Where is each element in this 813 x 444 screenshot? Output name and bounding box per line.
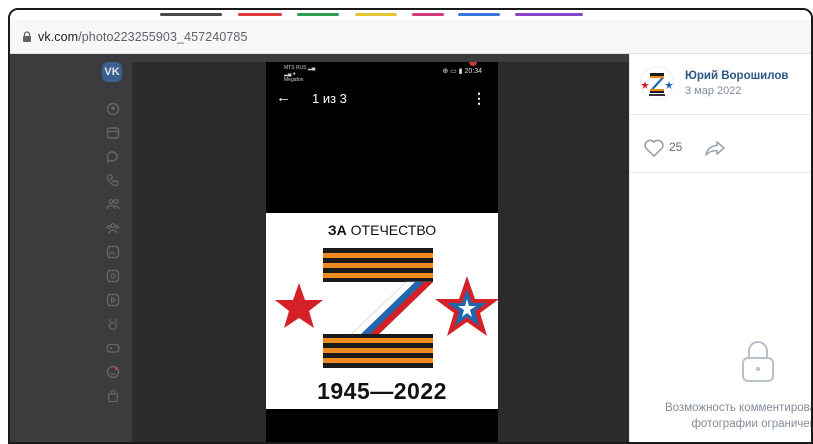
photo-info-panel: Юрий Ворошилов 3 мар 2022 25 Возможность…: [629, 54, 811, 442]
poster-image: ЗА ОТЕЧЕСТВО 1945—2022: [266, 213, 498, 409]
like-count[interactable]: 25: [669, 140, 682, 154]
photo-counter: 1 из 3: [312, 91, 347, 106]
browser-window: vk.com/photo223255903_457240785 VK MTS R…: [8, 8, 813, 444]
ribbon-bottom: [323, 334, 433, 368]
stickers-icon[interactable]: [106, 365, 120, 379]
vk-logo[interactable]: VK: [102, 62, 122, 82]
divider: [630, 114, 811, 115]
author-avatar[interactable]: [640, 66, 674, 100]
notification-dot: [469, 62, 477, 66]
url-text[interactable]: vk.com/photo223255903_457240785: [38, 30, 248, 44]
tab[interactable]: [412, 13, 444, 16]
tab[interactable]: [458, 13, 500, 16]
tab[interactable]: [238, 13, 282, 16]
market-icon[interactable]: [106, 389, 120, 403]
news-icon[interactable]: [106, 126, 120, 140]
tab[interactable]: [515, 13, 583, 16]
tab[interactable]: [355, 13, 397, 16]
heart-icon[interactable]: [643, 138, 665, 158]
post-date[interactable]: 3 мар 2022: [685, 85, 742, 97]
lock-icon[interactable]: [20, 30, 34, 44]
tab[interactable]: [297, 13, 339, 16]
friends-icon[interactable]: [106, 197, 120, 211]
red-star-icon: [275, 283, 323, 328]
vk-page: VK MTS RUS ▂▄ ▂▄ ● Megafon ⊕ ▭ ▮ 20:34 ← …: [10, 54, 811, 442]
photos-icon[interactable]: [106, 245, 120, 259]
army-star-icon: [435, 276, 498, 336]
clips-icon[interactable]: [106, 317, 120, 331]
photo-screenshot[interactable]: MTS RUS ▂▄ ▂▄ ● Megafon ⊕ ▭ ▮ 20:34 ← 1 и…: [266, 62, 498, 442]
lock-icon: [742, 341, 774, 382]
poster-title: ЗА ОТЕЧЕСТВО: [327, 222, 437, 238]
ribbon-top: [323, 248, 433, 282]
poster-years: 1945—2022: [317, 378, 447, 404]
left-sidebar: VK: [10, 54, 132, 442]
divider: [630, 172, 811, 173]
share-icon[interactable]: [704, 138, 726, 158]
communities-icon[interactable]: [106, 221, 120, 235]
music-icon[interactable]: [106, 269, 120, 283]
tab[interactable]: [160, 13, 222, 16]
carrier-status: MTS RUS ▂▄ ▂▄ ● Megafon: [284, 65, 316, 83]
address-bar[interactable]: vk.com/photo223255903_457240785: [10, 20, 811, 54]
video-icon[interactable]: [106, 293, 120, 307]
author-name[interactable]: Юрий Ворошилов: [685, 70, 789, 82]
more-vertical-icon: ⋮: [472, 90, 486, 106]
back-arrow-icon: ←: [276, 89, 291, 106]
calls-icon[interactable]: [106, 173, 120, 187]
comments-closed-notice: Возможность комментирова фотографии огра…: [665, 402, 811, 430]
messages-icon[interactable]: [106, 150, 120, 164]
status-time: ⊕ ▭ ▮ 20:34: [442, 68, 482, 75]
games-icon[interactable]: [106, 341, 120, 355]
tab-strip: [10, 10, 811, 20]
user-icon[interactable]: [106, 102, 120, 116]
